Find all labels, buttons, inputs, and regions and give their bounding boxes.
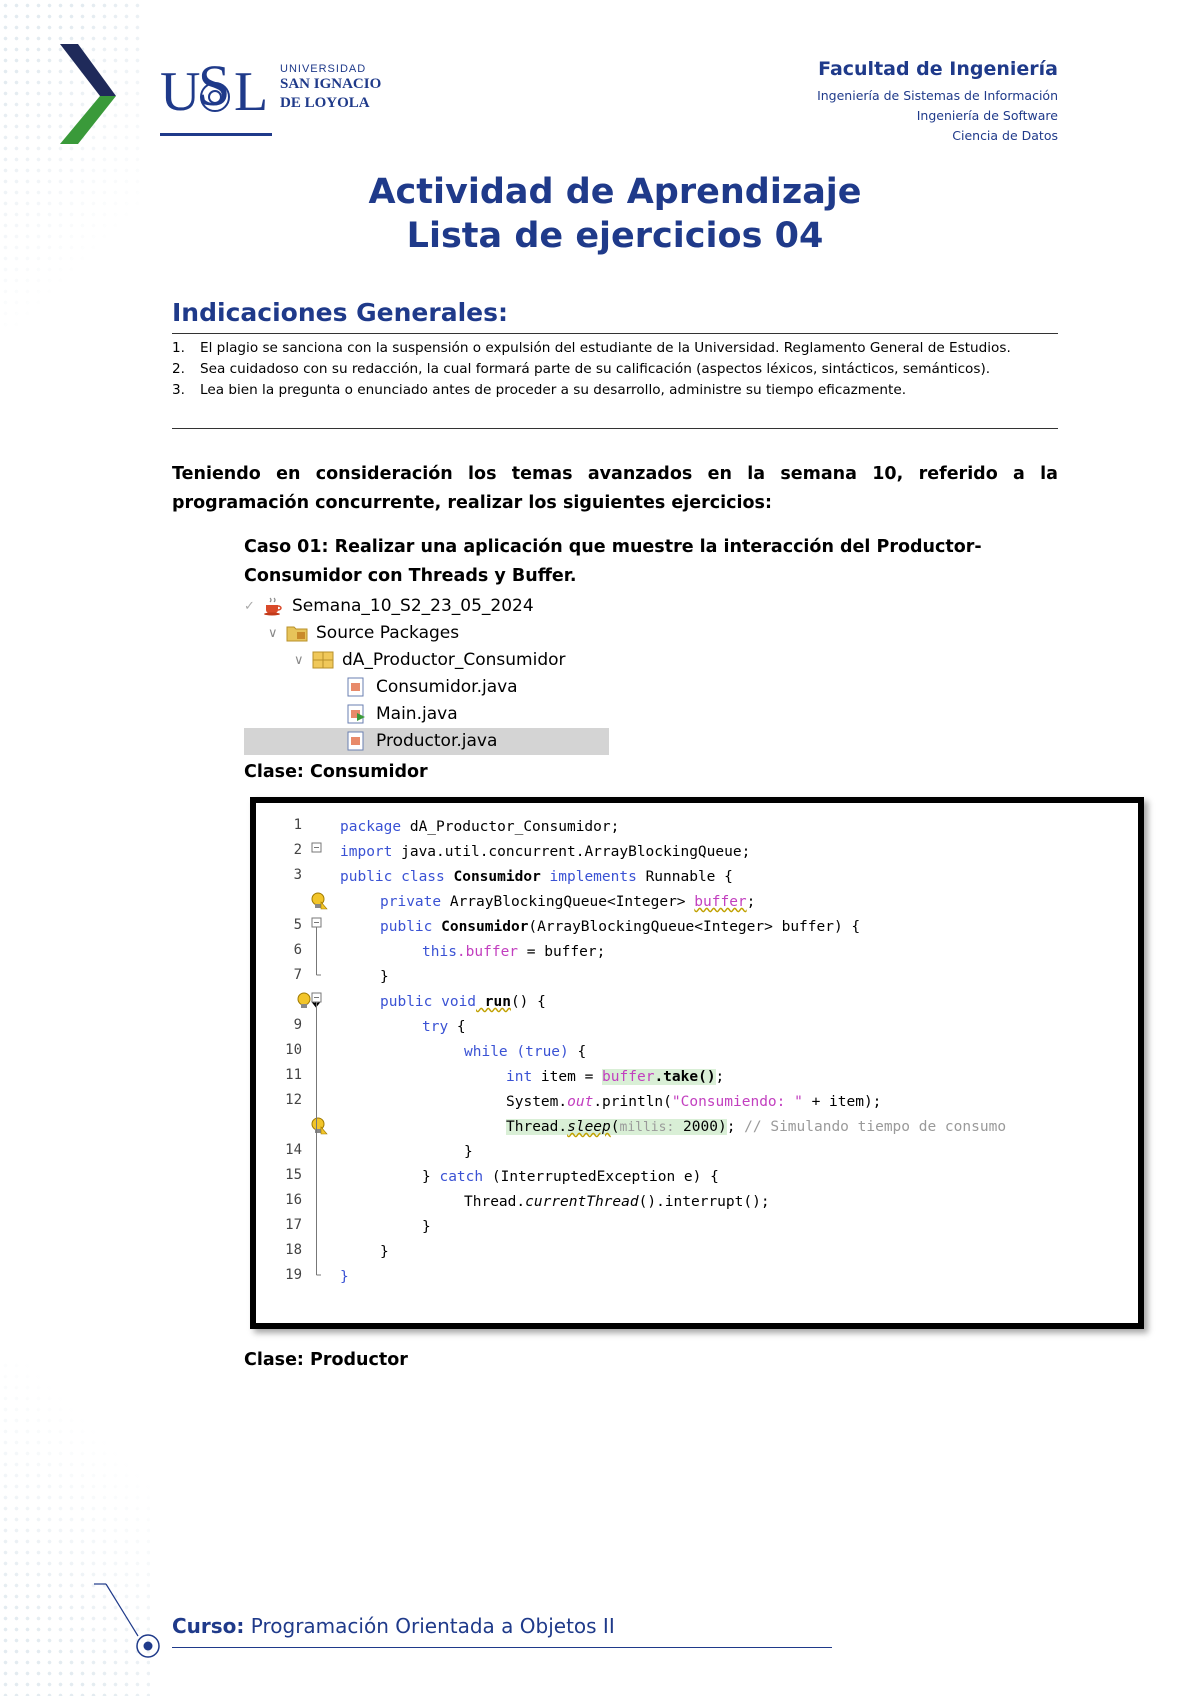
java-file-icon bbox=[347, 677, 364, 697]
code-line-19: } bbox=[340, 1269, 349, 1285]
line-number: 15 bbox=[285, 1167, 302, 1183]
tree-row-file-selected[interactable]: Productor.java bbox=[346, 728, 497, 754]
code-line-6: this.buffer = buffer; bbox=[422, 944, 606, 960]
java-main-file-icon bbox=[347, 704, 365, 724]
faculty-block: Facultad de Ingeniería Ingeniería de Sis… bbox=[817, 58, 1058, 146]
line-number: 7 bbox=[293, 967, 302, 983]
line-number: 6 bbox=[293, 942, 302, 958]
code-line-2: import java.util.concurrent.ArrayBlockin… bbox=[340, 844, 751, 860]
line-number: 1 bbox=[293, 817, 302, 833]
code-line-9: try { bbox=[422, 1019, 466, 1035]
indicaciones-heading: Indicaciones Generales: bbox=[172, 298, 508, 327]
chevron-down-icon: ∨ bbox=[294, 652, 304, 668]
list-item: 2. Sea cuidadoso con su redacción, la cu… bbox=[172, 359, 1058, 380]
line-number: 19 bbox=[285, 1267, 302, 1283]
program-1: Ingeniería de Sistemas de Información bbox=[817, 88, 1058, 103]
checkmark-icon: ✓ bbox=[244, 598, 255, 614]
tree-row-project[interactable]: ✓ Semana_10_S2_23_05_2024 bbox=[244, 593, 534, 619]
file-name: Productor.java bbox=[376, 731, 498, 751]
line-number: 16 bbox=[285, 1192, 302, 1208]
code-line-11: int item = buffer.take(); bbox=[506, 1069, 725, 1085]
line-gutter: 1 2 3 5 6 7 9 10 11 12 14 15 16 17 18 19 bbox=[256, 803, 328, 1323]
title-line-1: Actividad de Aprendizaje bbox=[368, 172, 862, 212]
code-line-3: public class Consumidor implements Runna… bbox=[340, 869, 733, 885]
tree-row-file[interactable]: Consumidor.java bbox=[346, 674, 518, 700]
footer-divider bbox=[172, 1647, 832, 1648]
code-line-1: package dA_Productor_Consumidor; bbox=[340, 819, 620, 835]
intro-paragraph: Teniendo en consideración los temas avan… bbox=[172, 464, 1058, 513]
item-text: El plagio se sanciona con la suspensión … bbox=[200, 340, 1011, 356]
line-number: 9 bbox=[293, 1017, 302, 1033]
list-item: 1. El plagio se sanciona con la suspensi… bbox=[172, 338, 1058, 359]
line-number: 17 bbox=[285, 1217, 302, 1233]
svg-text:U: U bbox=[160, 61, 200, 123]
course-name: Programación Orientada a Objetos II bbox=[244, 1614, 615, 1638]
code-line-16: Thread.currentThread().interrupt(); bbox=[464, 1194, 770, 1210]
fold-markers bbox=[311, 842, 322, 1276]
line-number: 18 bbox=[285, 1242, 302, 1258]
code-line-17: } bbox=[422, 1219, 431, 1235]
code-line-8: public void run() { bbox=[380, 994, 546, 1010]
university-name: UNIVERSIDAD SAN IGNACIO DE LOYOLA bbox=[280, 63, 381, 113]
indicaciones-list: 1. El plagio se sanciona con la suspensi… bbox=[172, 338, 1058, 401]
divider bbox=[172, 333, 1058, 334]
item-number: 3. bbox=[172, 382, 185, 398]
page-title: Actividad de Aprendizaje Lista de ejerci… bbox=[0, 170, 1200, 258]
course-label: Curso: bbox=[172, 1614, 245, 1638]
java-cup-icon bbox=[264, 597, 282, 616]
package-icon bbox=[312, 651, 334, 669]
package-name: dA_Productor_Consumidor bbox=[342, 650, 566, 670]
item-text: Sea cuidadoso con su redacción, la cual … bbox=[200, 361, 991, 377]
line-number: 12 bbox=[285, 1092, 302, 1108]
course-footer: Curso: Programación Orientada a Objetos … bbox=[172, 1614, 615, 1638]
code-line-7: } bbox=[380, 969, 389, 985]
tree-row-file[interactable]: Main.java bbox=[346, 701, 458, 727]
code-line-12: System.out.println("Consumiendo: " + ite… bbox=[506, 1094, 882, 1110]
program-2: Ingeniería de Software bbox=[916, 108, 1058, 123]
clase-consumidor-label: Clase: Consumidor bbox=[244, 762, 428, 782]
usil-logo-icon: U S L bbox=[160, 55, 272, 136]
code-line-14: } bbox=[464, 1144, 473, 1160]
logo-line-1: UNIVERSIDAD bbox=[280, 63, 367, 75]
tree-row-package[interactable]: ∨ dA_Productor_Consumidor bbox=[294, 647, 566, 673]
line-number: 10 bbox=[285, 1042, 302, 1058]
chevron-logo-icon bbox=[60, 44, 116, 144]
footer-ornament-icon bbox=[94, 1583, 160, 1658]
clase-productor-label: Clase: Productor bbox=[244, 1350, 408, 1370]
file-name: Consumidor.java bbox=[376, 677, 518, 697]
java-file-icon bbox=[347, 731, 364, 751]
faculty-name: Facultad de Ingeniería bbox=[818, 58, 1058, 80]
line-number: 5 bbox=[293, 917, 302, 933]
line-number: 11 bbox=[285, 1067, 302, 1083]
code-line-18: } bbox=[380, 1244, 389, 1260]
code-line-5: public Consumidor(ArrayBlockingQueue<Int… bbox=[380, 919, 861, 935]
tree-row-source[interactable]: ∨ Source Packages bbox=[268, 620, 459, 646]
logo-line-2: SAN IGNACIO bbox=[280, 76, 382, 92]
code-line-4: private ArrayBlockingQueue<Integer> buff… bbox=[380, 894, 756, 910]
logo-line-3: DE LOYOLA bbox=[280, 95, 370, 111]
caso-01: Caso 01: Realizar una aplicación que mue… bbox=[244, 537, 982, 586]
svg-text:L: L bbox=[234, 61, 268, 123]
code-editor[interactable]: 1 2 3 5 6 7 9 10 11 12 14 15 16 17 18 19 bbox=[250, 797, 1144, 1329]
item-text: Lea bien la pregunta o enunciado antes d… bbox=[200, 382, 907, 398]
project-name: Semana_10_S2_23_05_2024 bbox=[292, 596, 534, 616]
folder-icon bbox=[286, 626, 308, 642]
title-line-2: Lista de ejercicios 04 bbox=[406, 216, 824, 256]
line-number: 3 bbox=[293, 867, 302, 883]
file-name: Main.java bbox=[376, 704, 458, 724]
program-3: Ciencia de Datos bbox=[952, 128, 1058, 143]
line-number: 2 bbox=[293, 842, 302, 858]
list-item: 3. Lea bien la pregunta o enunciado ante… bbox=[172, 380, 1058, 401]
item-number: 1. bbox=[172, 340, 185, 356]
code-line-10: while (true) { bbox=[464, 1044, 587, 1060]
item-number: 2. bbox=[172, 361, 185, 377]
line-number: 14 bbox=[285, 1142, 302, 1158]
chevron-down-icon: ∨ bbox=[268, 625, 278, 641]
code-line-15: } catch (InterruptedException e) { bbox=[422, 1169, 719, 1185]
source-packages-label: Source Packages bbox=[316, 623, 460, 643]
divider bbox=[172, 428, 1058, 429]
code-line-13: Thread.sleep(millis: 2000); // Simulando… bbox=[506, 1119, 1007, 1135]
